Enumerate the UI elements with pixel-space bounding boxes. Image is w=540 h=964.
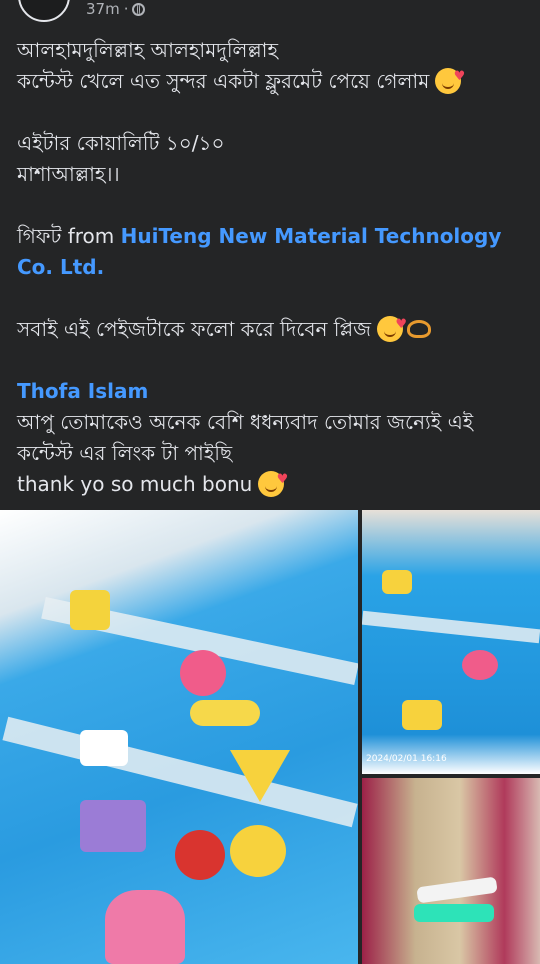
mat-shape <box>402 700 442 730</box>
post-header: 37m · <box>0 0 540 22</box>
post-body: আলহামদুলিল্লাহ আলহামদুলিল্লাহ কন্টেস্ট খ… <box>17 35 527 500</box>
photo-1[interactable] <box>0 510 358 964</box>
mat-shape <box>80 800 146 852</box>
mat-shape <box>382 570 412 594</box>
post-time[interactable]: 37m <box>86 0 120 18</box>
meta-separator: · <box>123 0 129 18</box>
post-line-gift: গিফট from HuiTeng New Material Technolog… <box>17 224 502 279</box>
photo-timestamp: 2024/02/01 16:16 <box>366 754 447 764</box>
mat-shape <box>70 590 110 630</box>
photo-3[interactable] <box>362 778 540 964</box>
product-label <box>416 876 498 904</box>
mat-shape <box>105 890 185 964</box>
mat-shape <box>175 830 225 880</box>
user-mention-link[interactable]: Thofa Islam <box>17 376 527 407</box>
mat-shape <box>462 650 498 680</box>
post-line-3: এইটার কোয়ালিটি ১০/১০ <box>17 131 225 155</box>
avatar[interactable] <box>18 0 70 22</box>
smiling-hearts-emoji-icon <box>377 309 407 342</box>
mat-shape <box>230 825 286 877</box>
mat-track <box>362 610 540 644</box>
post-meta: 37m · <box>86 0 146 18</box>
post-line-2: কন্টেস্ট খেলে এত সুন্দর একটা ফ্লুরমেট পে… <box>17 61 527 97</box>
heart-hands-emoji-icon <box>407 320 432 338</box>
post-line-1: আলহামদুলিল্লাহ আলহামদুলিল্লাহ <box>17 38 278 62</box>
photo-grid: 2024/02/01 16:16 <box>0 510 540 964</box>
post-line-last: thank yo so much bonu <box>17 464 527 500</box>
mat-shape <box>180 650 226 696</box>
post-line-follow: সবাই এই পেইজটাকে ফলো করে দিবেন প্লিজ <box>17 309 527 345</box>
smiling-hearts-emoji-icon <box>258 464 288 497</box>
mat-shape <box>80 730 128 766</box>
mat-shape <box>190 700 260 726</box>
post-line-4: মাশাআল্লাহ।। <box>17 162 120 186</box>
mat-shape <box>230 750 290 802</box>
mat-track <box>2 716 358 828</box>
photo-2[interactable]: 2024/02/01 16:16 <box>362 510 540 774</box>
smiling-hearts-emoji-icon <box>435 61 465 94</box>
globe-icon[interactable] <box>132 2 146 16</box>
post-line-thanks: আপু তোমাকেও অনেক বেশি ধধন্যবাদ তোমার জন্… <box>17 410 474 465</box>
label-sticker <box>414 904 494 922</box>
